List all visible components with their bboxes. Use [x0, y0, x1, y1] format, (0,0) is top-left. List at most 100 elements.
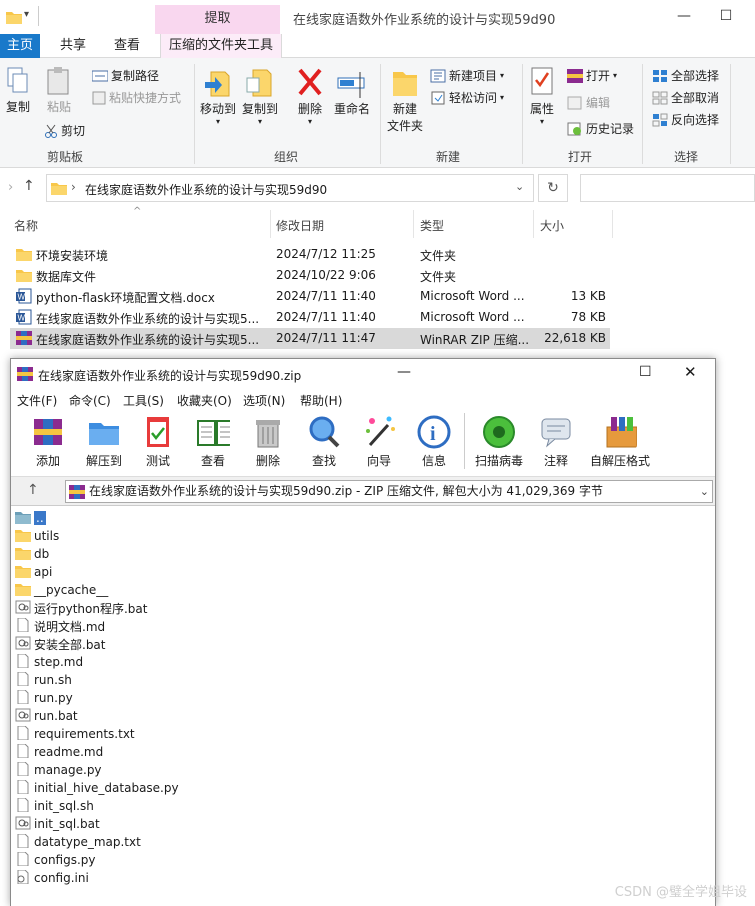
info-button[interactable]: i 信息 — [409, 415, 459, 469]
select-none-button[interactable]: 全部取消 — [652, 89, 719, 106]
add-button[interactable]: 添加 — [23, 415, 73, 469]
tab-compressed-folder-tools[interactable]: 压缩的文件夹工具 — [160, 34, 282, 58]
address-bar[interactable]: › 在线家庭语数外作业系统的设计与实现59d90 ⌄ — [46, 174, 534, 202]
archive-item[interactable]: initial_hive_database.py — [15, 779, 179, 797]
menu-tools[interactable]: 工具(S) — [123, 392, 164, 409]
menu-file[interactable]: 文件(F) — [17, 392, 57, 409]
column-separator[interactable] — [413, 210, 414, 238]
move-to-button[interactable]: 移动到 ▾ — [200, 66, 236, 126]
file-row[interactable]: W 在线家庭语数外作业系统的设计与实现5... 2024/7/11 11:40 … — [10, 307, 610, 328]
view-button[interactable]: 查看 — [188, 415, 238, 469]
refresh-button[interactable]: ↻ — [538, 174, 568, 202]
close-button[interactable]: ✕ — [684, 363, 697, 381]
maximize-button[interactable]: ☐ — [639, 364, 652, 380]
copy-button[interactable]: 复制 — [4, 66, 32, 115]
easy-access-button[interactable]: 轻松访问 ▾ — [430, 89, 504, 106]
archive-item[interactable]: 说明文档.md — [15, 617, 105, 635]
maximize-button[interactable]: ☐ — [716, 6, 736, 26]
archive-path-field[interactable]: 在线家庭语数外作业系统的设计与实现59d90.zip - ZIP 压缩文件, 解… — [65, 480, 713, 503]
test-button[interactable]: 测试 — [133, 415, 183, 469]
test-label: 测试 — [145, 454, 170, 468]
copy-path-button[interactable]: 复制路径 — [92, 67, 159, 84]
column-name[interactable]: 名称 — [14, 217, 38, 234]
file-row[interactable]: 数据库文件 2024/10/22 9:06 文件夹 — [10, 265, 610, 286]
find-button[interactable]: 查找 — [299, 415, 349, 469]
folder-icon — [16, 270, 32, 282]
ribbon: 复制 粘贴 复制路径 粘贴快捷方式 剪切 剪贴板 移动到 ▾ 复制到 ▾ 删除 ▾ 重… — [0, 58, 755, 168]
archive-item[interactable]: run.sh — [15, 671, 72, 689]
extract-to-button[interactable]: 解压到 — [79, 415, 129, 469]
tab-home[interactable]: 主页 — [0, 34, 40, 58]
paste-button[interactable]: 粘贴 — [44, 66, 74, 115]
minimize-button[interactable]: — — [674, 6, 694, 26]
column-modified[interactable]: 修改日期 — [276, 217, 324, 234]
minimize-button[interactable]: — — [397, 364, 411, 380]
archive-item[interactable]: config.ini — [15, 869, 89, 887]
column-separator[interactable] — [612, 210, 613, 238]
sfx-button[interactable]: 自解压格式 — [587, 415, 653, 469]
folder-icon — [15, 582, 31, 599]
archive-item[interactable]: requirements.txt — [15, 725, 135, 743]
file-row[interactable]: 环境安装环境 2024/7/12 11:25 文件夹 — [10, 244, 610, 265]
column-size[interactable]: 大小 — [540, 217, 564, 234]
edit-button[interactable]: 编辑 — [567, 94, 610, 111]
archive-item[interactable]: db — [15, 545, 49, 563]
menu-favorites[interactable]: 收藏夹(O) — [177, 392, 232, 409]
invert-selection-button[interactable]: 反向选择 — [652, 111, 719, 128]
delete-button[interactable]: 删除 ▾ — [296, 66, 324, 126]
archive-item[interactable]: init_sql.sh — [15, 797, 94, 815]
parent-folder-row[interactable]: .. — [15, 509, 46, 527]
back-icon[interactable]: › — [8, 180, 13, 195]
select-all-button[interactable]: 全部选择 — [652, 67, 719, 84]
paste-shortcut-button[interactable]: 粘贴快捷方式 — [92, 89, 181, 106]
menu-help[interactable]: 帮助(H) — [300, 392, 342, 409]
scan-virus-button[interactable]: 扫描病毒 — [473, 415, 525, 469]
properties-button[interactable]: 属性 ▾ — [528, 66, 556, 126]
up-arrow-icon[interactable]: ↑ — [23, 178, 35, 194]
file-row-selected[interactable]: 在线家庭语数外作业系统的设计与实现5... 2024/7/11 11:47 Wi… — [10, 328, 610, 349]
archive-item[interactable]: utils — [15, 527, 59, 545]
cut-button[interactable]: 剪切 — [44, 122, 85, 139]
archive-item[interactable]: step.md — [15, 653, 83, 671]
wizard-button[interactable]: 向导 — [354, 415, 404, 469]
menu-commands[interactable]: 命令(C) — [69, 392, 111, 409]
new-folder-button[interactable]: 新建 文件夹 — [386, 66, 424, 134]
archive-item[interactable]: configs.py — [15, 851, 96, 869]
archive-item[interactable]: 安装全部.bat — [15, 635, 106, 653]
quick-access-dropdown-icon[interactable]: ▾ — [24, 9, 29, 20]
tab-view[interactable]: 查看 — [106, 34, 148, 58]
copy-to-button[interactable]: 复制到 ▾ — [242, 66, 278, 126]
archive-item[interactable]: init_sql.bat — [15, 815, 100, 833]
comment-button[interactable]: 注释 — [531, 415, 581, 469]
archive-item-name: .. — [34, 511, 46, 525]
menu-options[interactable]: 选项(N) — [243, 392, 285, 409]
tab-share[interactable]: 共享 — [52, 34, 94, 58]
file-row[interactable]: W python-flask环境配置文档.docx 2024/7/11 11:4… — [10, 286, 610, 307]
archive-item[interactable]: __pycache__ — [15, 581, 108, 599]
rename-button[interactable]: 重命名 — [332, 66, 372, 117]
bat-icon — [15, 708, 31, 725]
bat-icon — [15, 636, 31, 653]
column-type[interactable]: 类型 — [420, 217, 444, 234]
context-tab-extract[interactable]: 提取 — [155, 5, 280, 34]
chevron-down-icon[interactable]: ⌄ — [515, 180, 524, 193]
open-button[interactable]: 打开 ▾ — [567, 67, 617, 84]
select-all-label: 全部选择 — [671, 69, 720, 83]
archive-item[interactable]: api — [15, 563, 52, 581]
new-item-button[interactable]: 新建项目 ▾ — [430, 67, 504, 84]
search-input[interactable] — [580, 174, 755, 202]
breadcrumb-chevron-icon[interactable]: › — [71, 180, 76, 194]
archive-item[interactable]: run.py — [15, 689, 73, 707]
column-separator[interactable] — [533, 210, 534, 238]
archive-item[interactable]: datatype_map.txt — [15, 833, 141, 851]
history-button[interactable]: 历史记录 — [567, 120, 634, 137]
archive-item[interactable]: run.bat — [15, 707, 78, 725]
up-arrow-icon[interactable]: ↑ — [27, 482, 39, 498]
archive-item[interactable]: manage.py — [15, 761, 102, 779]
archive-item[interactable]: 运行python程序.bat — [15, 599, 147, 617]
column-separator[interactable] — [270, 210, 271, 238]
chevron-down-icon[interactable]: ⌄ — [700, 481, 709, 502]
archive-item[interactable]: readme.md — [15, 743, 103, 761]
delete-button[interactable]: 删除 — [243, 415, 293, 469]
file-size: 22,618 KB — [544, 331, 606, 345]
